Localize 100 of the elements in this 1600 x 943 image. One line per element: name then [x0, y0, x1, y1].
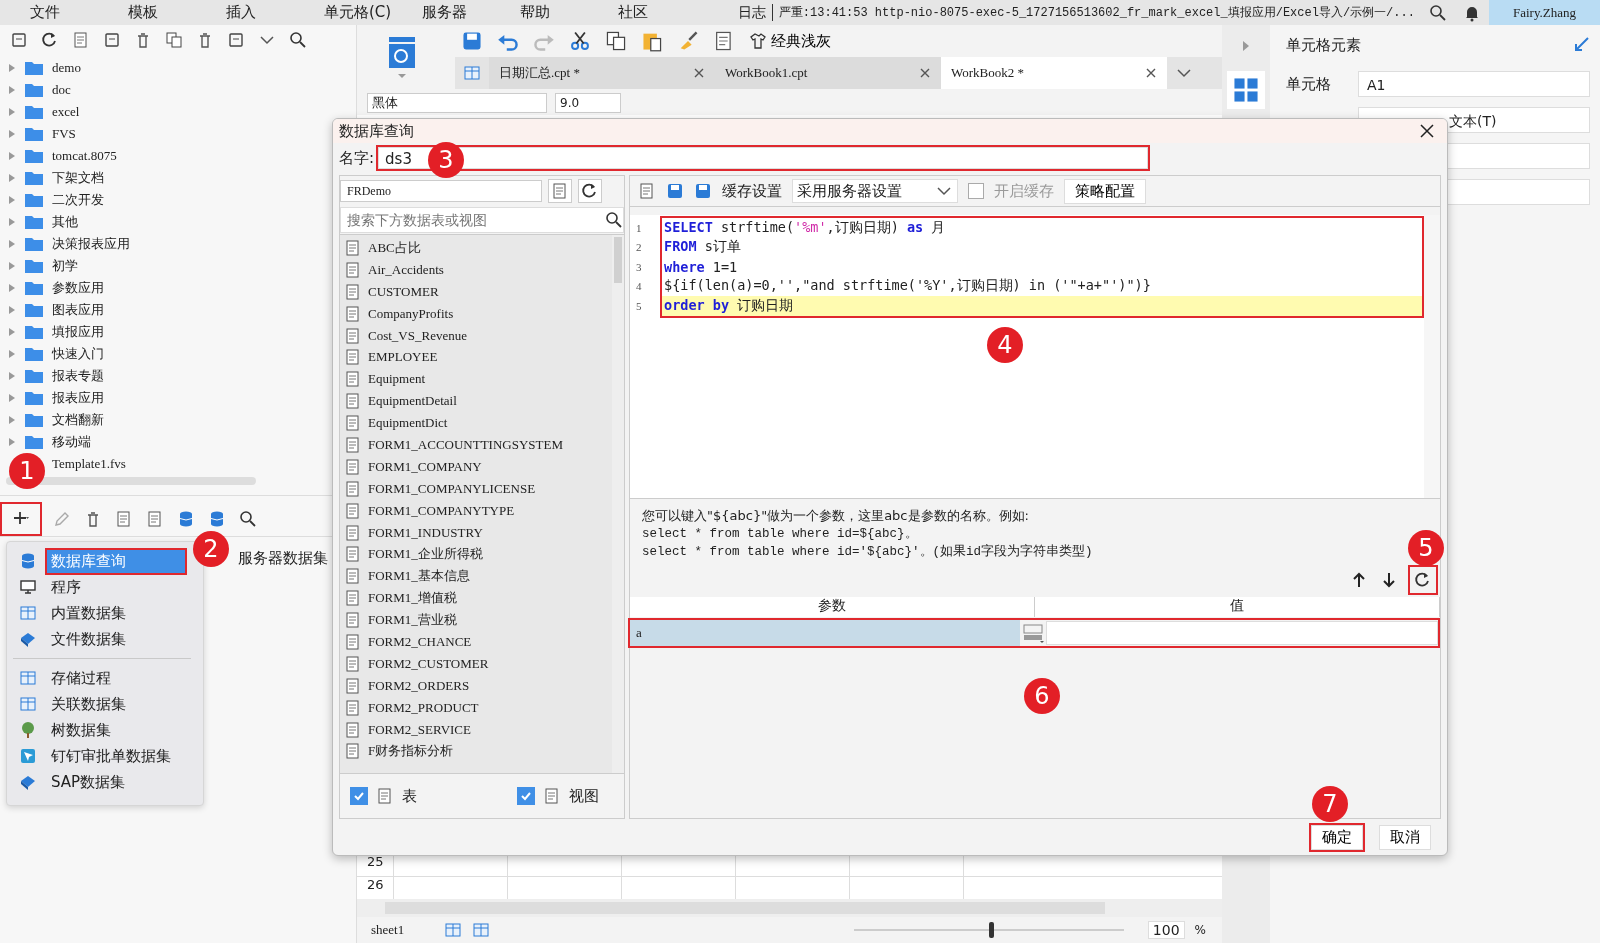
- table-item[interactable]: FORM2_CHANCE: [368, 633, 472, 650]
- copy-icon[interactable]: [165, 31, 183, 49]
- expand-arrow-icon[interactable]: [8, 327, 16, 337]
- log-label[interactable]: 日志: [737, 3, 772, 22]
- table-item[interactable]: FORM2_ORDERS: [368, 677, 470, 694]
- expand-arrow-icon[interactable]: [8, 261, 16, 271]
- search-field[interactable]: 搜索下方数据表或视图: [340, 207, 624, 233]
- file-tab[interactable]: WorkBook1.cpt: [715, 57, 941, 89]
- close-tab-icon[interactable]: [919, 67, 931, 79]
- table-cell[interactable]: a: [630, 620, 1020, 646]
- table-item[interactable]: ABC占比: [368, 238, 421, 257]
- menu-item[interactable]: 树数据集: [47, 718, 185, 742]
- table-item[interactable]: EquipmentDict: [368, 415, 448, 432]
- edit-icon[interactable]: [53, 510, 71, 528]
- table-item[interactable]: Equipment: [368, 371, 426, 388]
- tree-item[interactable]: 图表应用: [52, 301, 104, 319]
- expand-arrow-icon[interactable]: [8, 437, 16, 447]
- table-item[interactable]: FORM1_ACCOUNTTINGSYSTEM: [368, 436, 564, 453]
- table-item[interactable]: FORM1_企业所得税: [368, 545, 483, 564]
- add-sheet-icon[interactable]: [444, 921, 463, 939]
- refresh-button[interactable]: [1410, 567, 1436, 593]
- checkbox[interactable]: [350, 787, 368, 805]
- table-item[interactable]: CompanyProfits: [368, 305, 454, 322]
- cache-dropdown[interactable]: 采用服务器设置: [792, 179, 958, 203]
- refresh-icon[interactable]: [578, 179, 602, 203]
- tree-item[interactable]: 快速入门: [52, 345, 104, 363]
- search-input[interactable]: 搜索下方数据表或视图: [341, 212, 605, 228]
- menu-item[interactable]: 帮助: [490, 3, 588, 22]
- menu-item[interactable]: 程序: [47, 575, 185, 599]
- expand-arrow-icon[interactable]: [8, 283, 16, 293]
- checkbox[interactable]: [517, 787, 535, 805]
- new-sheet-icon[interactable]: [463, 64, 481, 82]
- menu-item[interactable]: 模板: [98, 3, 196, 22]
- policy-button[interactable]: 策略配置: [1064, 178, 1146, 204]
- scrollbar-thumb[interactable]: [614, 237, 622, 283]
- expand-arrow-icon[interactable]: [8, 107, 16, 117]
- refresh-icon[interactable]: [41, 31, 59, 49]
- search-icon[interactable]: [1428, 3, 1447, 22]
- table-item[interactable]: EquipmentDetail: [368, 393, 457, 410]
- move-down-icon[interactable]: [1380, 571, 1398, 589]
- search-icon[interactable]: [605, 211, 623, 229]
- zoom-value[interactable]: 100: [1147, 921, 1185, 939]
- tree-item[interactable]: tomcat.8075: [52, 148, 117, 164]
- menu-item[interactable]: 社区: [588, 3, 686, 22]
- expand-arrow-icon[interactable]: [8, 85, 16, 95]
- menu-item[interactable]: 关联数据集: [47, 692, 185, 716]
- database-icon[interactable]: [208, 510, 226, 528]
- search-icon[interactable]: [239, 510, 257, 528]
- table-item[interactable]: FORM1_增值税: [368, 589, 457, 608]
- add-dataset-button[interactable]: [2, 504, 40, 534]
- menu-item[interactable]: 存储过程: [47, 666, 185, 690]
- type-icon[interactable]: [1020, 622, 1046, 644]
- table-item[interactable]: FORM1_营业税: [368, 611, 457, 630]
- tree-item[interactable]: 其他: [52, 213, 78, 231]
- file-tab[interactable]: WorkBook2 *: [941, 57, 1167, 89]
- scrollbar[interactable]: [1424, 215, 1440, 498]
- cell-field[interactable]: A1: [1358, 71, 1590, 97]
- search-icon[interactable]: [289, 31, 307, 49]
- tree-item[interactable]: 二次开发: [52, 191, 104, 209]
- tree-item[interactable]: 决策报表应用: [52, 235, 130, 253]
- tree-item[interactable]: 初学: [52, 257, 78, 275]
- expand-arrow-icon[interactable]: [8, 173, 16, 183]
- table-item[interactable]: CUSTOMER: [368, 283, 439, 300]
- menu-item[interactable]: 服务器: [392, 3, 490, 22]
- close-tab-icon[interactable]: [693, 67, 705, 79]
- sheet-tab[interactable]: sheet1: [371, 922, 435, 938]
- user-name[interactable]: Fairy.Zhang: [1488, 0, 1600, 25]
- expand-arrow-icon[interactable]: [8, 305, 16, 315]
- tree-item[interactable]: Template1.fvs: [52, 456, 126, 472]
- table-item[interactable]: FORM1_基本信息: [368, 567, 470, 586]
- tree-item[interactable]: FVS: [52, 126, 76, 142]
- menu-item[interactable]: 钉钉审批单数据集: [47, 744, 185, 768]
- theme-button[interactable]: 经典浅灰: [749, 31, 831, 51]
- font-dropdown[interactable]: 黑体: [367, 93, 547, 113]
- file-tab[interactable]: 日期汇总.cpt *: [489, 57, 715, 89]
- menu-item[interactable]: 内置数据集: [47, 601, 185, 625]
- table-item[interactable]: FORM2_SERVICE: [368, 721, 471, 738]
- table-item[interactable]: Cost_VS_Revenue: [368, 327, 467, 344]
- table-item[interactable]: FORM1_COMPANYTYPE: [368, 502, 515, 519]
- connection-dropdown[interactable]: FRDemo: [340, 180, 542, 202]
- expand-arrow-icon[interactable]: [8, 129, 16, 139]
- template-icon[interactable]: [72, 31, 90, 49]
- tree-item[interactable]: 服务器数据集: [238, 549, 328, 567]
- expand-arrow-icon[interactable]: [8, 195, 16, 205]
- add-sheet-icon[interactable]: [472, 921, 491, 939]
- table-item[interactable]: FORM1_COMPANYLICENSE: [368, 480, 536, 497]
- tree-item[interactable]: 参数应用: [52, 279, 104, 297]
- cancel-button[interactable]: 取消: [1379, 824, 1431, 850]
- table-item[interactable]: Air_Accidents: [368, 261, 444, 278]
- cut-icon[interactable]: [569, 30, 591, 52]
- expand-arrow-icon[interactable]: [8, 217, 16, 227]
- tree-item[interactable]: 下架文档: [52, 169, 104, 187]
- scrollbar-thumb[interactable]: [6, 477, 256, 485]
- tree-item[interactable]: 报表专题: [52, 367, 104, 385]
- menu-item[interactable]: SAP数据集: [47, 770, 185, 794]
- close-icon[interactable]: [1419, 123, 1435, 139]
- table-item[interactable]: FORM1_INDUSTRY: [368, 524, 483, 541]
- table-item[interactable]: FORM2_CUSTOMER: [368, 655, 489, 672]
- tree-item[interactable]: excel: [52, 104, 80, 120]
- menu-item[interactable]: 文件: [0, 3, 98, 22]
